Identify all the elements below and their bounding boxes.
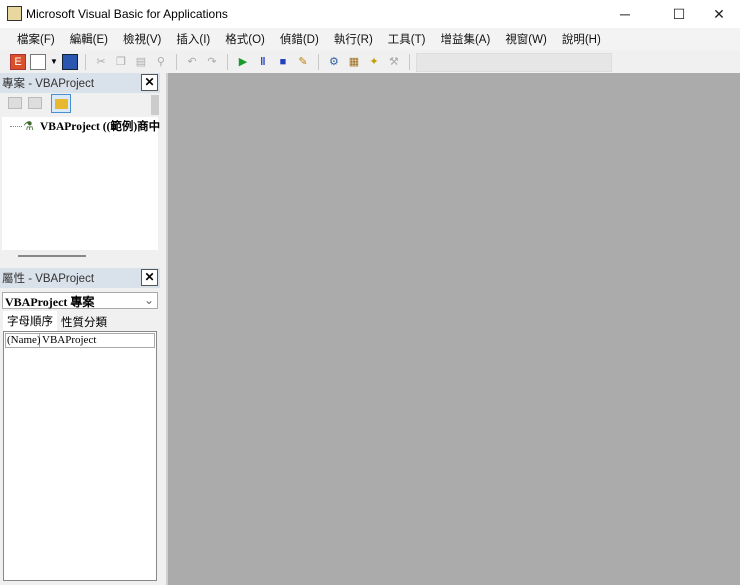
scrollbar-thumb[interactable] [18, 255, 86, 257]
mdi-workspace [166, 73, 740, 585]
pane-toolbar-overflow[interactable] [151, 95, 159, 115]
run-icon[interactable]: ▶ [235, 54, 251, 70]
menu-file[interactable]: 檔案(F) [17, 31, 55, 47]
menu-view[interactable]: 檢視(V) [123, 31, 161, 47]
properties-grid: (Name) VBAProject [3, 331, 157, 581]
properties-pane-close-button[interactable]: ✕ [141, 269, 158, 286]
break-icon[interactable]: ‖ [255, 54, 271, 70]
toolbox-icon[interactable]: ⚒ [386, 54, 402, 70]
title-bar: Microsoft Visual Basic for Applications … [0, 0, 740, 28]
copy-icon[interactable]: ❐ [113, 54, 129, 70]
project-pane-close-button[interactable]: ✕ [141, 74, 158, 91]
menu-insert[interactable]: 插入(I) [176, 31, 210, 47]
tab-alphabetic[interactable]: 字母順序 [3, 311, 57, 331]
property-row[interactable]: (Name) VBAProject [5, 333, 155, 348]
window-title: Microsoft Visual Basic for Applications [26, 7, 228, 21]
menu-bar: 檔案(F) 編輯(E) 檢視(V) 插入(I) 格式(O) 偵錯(D) 執行(R… [0, 28, 740, 50]
redo-icon[interactable]: ↷ [204, 54, 220, 70]
tab-categorized[interactable]: 性質分類 [58, 313, 114, 331]
undo-icon[interactable]: ↶ [184, 54, 200, 70]
vba-app-icon [7, 6, 22, 21]
menu-debug[interactable]: 偵錯(D) [280, 31, 319, 47]
vbaproject-icon: ⚗ [23, 119, 34, 133]
project-pane-title: 專案 - VBAProject [0, 73, 160, 93]
chevron-down-icon: ⌄ [143, 293, 154, 307]
dropdown-arrow-icon[interactable]: ▼ [50, 57, 58, 66]
property-name: (Name) [7, 334, 41, 347]
project-explorer-icon[interactable]: ⚙ [326, 54, 342, 70]
project-explorer-pane: 專案 - VBAProject ✕ ⚗ VBAProject ((範例)商中 [0, 73, 160, 265]
reset-icon[interactable]: ■ [275, 54, 291, 70]
horizontal-scrollbar[interactable] [2, 250, 158, 262]
cut-icon[interactable]: ✂ [93, 54, 109, 70]
object-select-value: VBAProject 專案 [5, 295, 95, 309]
menu-window[interactable]: 視窗(W) [505, 31, 547, 47]
view-excel-icon[interactable]: E [10, 53, 26, 70]
insert-userform-icon[interactable] [30, 53, 46, 70]
toolbar-overflow-area [416, 53, 612, 72]
menu-format[interactable]: 格式(O) [225, 31, 265, 47]
design-mode-icon[interactable]: ✎ [295, 54, 311, 70]
toggle-folders-button[interactable] [51, 94, 71, 113]
menu-tools[interactable]: 工具(T) [388, 31, 426, 47]
menu-help[interactable]: 說明(H) [562, 31, 601, 47]
view-object-icon[interactable] [28, 97, 42, 109]
folder-icon [54, 98, 68, 109]
paste-icon[interactable]: ▤ [133, 54, 149, 70]
menu-addins[interactable]: 增益集(A) [440, 31, 490, 47]
save-icon[interactable] [61, 53, 78, 70]
find-icon[interactable]: ⚲ [153, 54, 169, 70]
properties-window-icon[interactable]: ▦ [346, 54, 362, 70]
tree-item-vbaproject[interactable]: VBAProject ((範例)商中 [40, 118, 160, 134]
properties-pane-title: 屬性 - VBAProject [0, 268, 160, 288]
menu-edit[interactable]: 編輯(E) [70, 31, 108, 47]
menu-run[interactable]: 執行(R) [334, 31, 373, 47]
property-value[interactable]: VBAProject [40, 334, 96, 347]
view-code-icon[interactable] [8, 97, 22, 109]
properties-pane: 屬性 - VBAProject ✕ VBAProject 專案 ⌄ 字母順序 性質… [0, 268, 160, 585]
close-button[interactable]: ✕ [696, 0, 740, 28]
project-tree: ⚗ VBAProject ((範例)商中 [2, 117, 160, 262]
object-select[interactable]: VBAProject 專案 ⌄ [2, 292, 158, 309]
minimize-button[interactable]: ─ [602, 0, 648, 28]
object-browser-icon[interactable]: ✦ [366, 54, 382, 70]
